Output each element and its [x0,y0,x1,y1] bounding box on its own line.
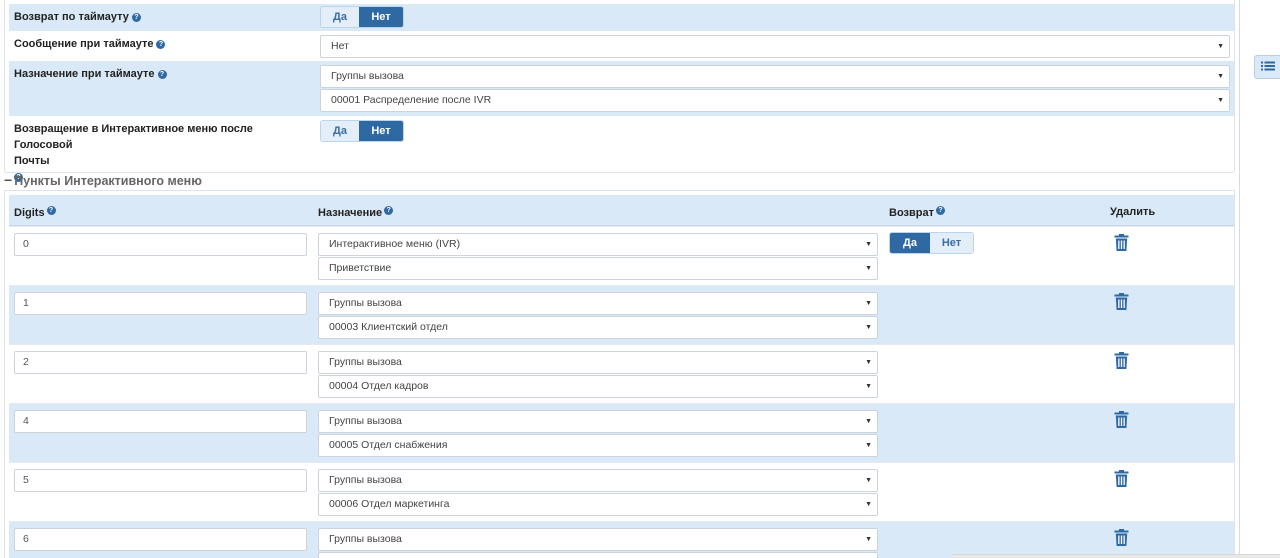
section-title: Пункты Интерактивного меню [14,174,202,188]
timeout-message-label: Сообщение при таймауте? [14,36,166,52]
caret-down-icon: ▼ [1217,43,1224,50]
return-toggle[interactable]: Да Нет [889,232,974,254]
caret-down-icon: ▼ [865,442,872,449]
digit-input[interactable]: 1 [14,292,307,315]
destination-target-select[interactable]: 00004 Отдел кадров ▼ [318,375,878,398]
trash-icon[interactable] [1114,234,1129,251]
caret-down-icon: ▼ [865,536,872,543]
return-after-voicemail-no-button[interactable]: Нет [359,121,403,141]
trash-icon[interactable] [1114,411,1129,428]
side-panel-toggle-button[interactable] [1254,55,1280,79]
trash-icon[interactable] [1114,352,1129,369]
timeout-message-select[interactable]: Нет ▼ [320,35,1230,58]
caret-down-icon: ▼ [865,501,872,508]
help-icon[interactable]: ? [157,70,167,79]
table-row: 5 Группы вызова ▼ 00006 Отдел маркетинга ▼ [9,462,1234,521]
trash-icon[interactable] [1114,470,1129,487]
timeout-return-yes-button[interactable]: Да [321,7,359,27]
destination-type-select[interactable]: Группы вызова ▼ [318,292,878,315]
table-row: 4 Группы вызова ▼ 00005 Отдел снабжения ▼ [9,403,1234,462]
timeout-destination-label: Назначение при таймауте? [14,66,167,82]
ivr-timeout-settings-panel: Возврат по таймауту? Да Нет Сообщение пр… [4,0,1235,182]
caret-down-icon: ▼ [1217,73,1224,80]
caret-down-icon: ▼ [865,241,872,248]
destination-header: Назначение? [318,206,394,219]
ivr-options-table: Digits? Назначение? Возврат? Удалить 0 И… [4,190,1235,558]
ivr-settings-page: Возврат по таймауту? Да Нет Сообщение пр… [0,0,1280,558]
digit-input[interactable]: 2 [14,351,307,374]
timeout-destination-target-select[interactable]: 00001 Распределение после IVR ▼ [320,89,1230,112]
help-icon[interactable]: ? [156,40,166,49]
list-icon [1261,61,1275,71]
destination-target-select[interactable]: Приветствие ▼ [318,257,878,280]
table-row: 0 Интерактивное меню (IVR) ▼ Приветствие ▼… [9,226,1234,285]
help-icon[interactable]: ? [46,206,56,215]
destination-type-select[interactable]: Группы вызова ▼ [318,351,878,374]
caret-down-icon: ▼ [865,324,872,331]
table-row: 6 Группы вызова ▼ [9,521,1234,558]
trash-icon[interactable] [1114,293,1129,310]
delete-header: Удалить [1110,206,1156,218]
timeout-destination-type-select[interactable]: Группы вызова ▼ [320,65,1230,88]
digit-input[interactable]: 4 [14,410,307,433]
timeout-return-no-button[interactable]: Нет [359,7,403,27]
timeout-destination-row: Назначение при таймауте? Группы вызова ▼ … [9,61,1234,116]
return-yes-button[interactable]: Да [890,233,930,253]
timeout-return-toggle[interactable]: Да Нет [320,6,404,28]
caret-down-icon: ▼ [865,300,872,307]
bottom-status-bar [953,554,1280,558]
caret-down-icon: ▼ [865,418,872,425]
destination-type-select[interactable]: Группы вызова ▼ [318,528,878,551]
return-after-voicemail-row: Возвращение в Интерактивное меню после Г… [9,116,1234,182]
help-icon[interactable]: ? [935,206,945,215]
digit-input[interactable]: 5 [14,469,307,492]
table-header: Digits? Назначение? Возврат? Удалить [9,195,1234,226]
timeout-return-label: Возврат по таймауту? [14,9,141,25]
destination-type-select[interactable]: Группы вызова ▼ [318,469,878,492]
caret-down-icon: ▼ [865,477,872,484]
right-margin [1236,0,1280,558]
digit-input[interactable]: 0 [14,233,307,256]
destination-target-select[interactable]: 00006 Отдел маркетинга ▼ [318,493,878,516]
table-row: 2 Группы вызова ▼ 00004 Отдел кадров ▼ [9,344,1234,403]
table-row: 1 Группы вызова ▼ 00003 Клиентский отдел ▼ [9,285,1234,344]
timeout-return-row: Возврат по таймауту? Да Нет [9,4,1234,31]
collapse-icon[interactable]: − [4,172,12,188]
trash-icon[interactable] [1114,529,1129,546]
caret-down-icon: ▼ [865,265,872,272]
return-after-voicemail-toggle[interactable]: Да Нет [320,120,404,142]
return-no-button[interactable]: Нет [930,233,973,253]
digits-header: Digits? [14,206,56,219]
destination-target-select[interactable]: 00003 Клиентский отдел ▼ [318,316,878,339]
destination-target-select[interactable] [318,552,878,558]
timeout-message-row: Сообщение при таймауте? Нет ▼ [9,31,1234,61]
scroll-divider [1239,0,1240,558]
caret-down-icon: ▼ [865,359,872,366]
destination-target-select[interactable]: 00005 Отдел снабжения ▼ [318,434,878,457]
return-after-voicemail-yes-button[interactable]: Да [321,121,359,141]
digit-input[interactable]: 6 [14,528,307,551]
destination-type-select[interactable]: Интерактивное меню (IVR) ▼ [318,233,878,256]
caret-down-icon: ▼ [1217,97,1224,104]
caret-down-icon: ▼ [865,383,872,390]
help-icon[interactable]: ? [384,206,394,215]
ivr-options-section-header[interactable]: − Пункты Интерактивного меню [4,172,202,188]
return-header: Возврат? [889,206,945,219]
help-icon[interactable]: ? [131,13,141,22]
destination-type-select[interactable]: Группы вызова ▼ [318,410,878,433]
